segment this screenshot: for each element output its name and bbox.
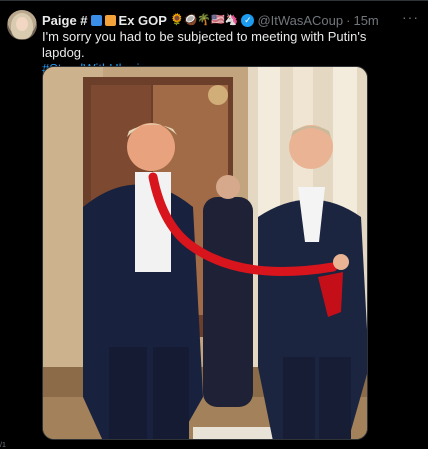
- tweet-photo[interactable]: [42, 66, 368, 440]
- tweet[interactable]: Paige # Ex GOP 🌻🥥🌴🇺🇸🦄 ✓ @ItWasACoup · 15…: [0, 0, 428, 449]
- verified-badge-icon: ✓: [241, 13, 255, 27]
- name-emojis: 🌻🥥🌴🇺🇸🦄: [169, 13, 239, 26]
- user-handle[interactable]: @ItWasACoup: [257, 13, 343, 28]
- more-options-icon[interactable]: ···: [402, 9, 419, 25]
- orange-square-icon: [104, 14, 116, 26]
- corner-label: /1: [0, 442, 6, 449]
- display-name[interactable]: Paige #: [42, 13, 88, 28]
- tweet-header: Paige # Ex GOP 🌻🥥🌴🇺🇸🦄 ✓ @ItWasACoup · 15…: [42, 11, 379, 29]
- blue-square-icon: [90, 14, 102, 26]
- display-name-suffix[interactable]: Ex GOP: [119, 13, 167, 28]
- photo-illustration: [43, 67, 367, 439]
- tweet-timestamp[interactable]: 15m: [353, 13, 378, 28]
- separator-dot: ·: [346, 12, 351, 28]
- tweet-body: I'm sorry you had to be subjected to mee…: [42, 29, 367, 60]
- avatar[interactable]: [7, 10, 37, 40]
